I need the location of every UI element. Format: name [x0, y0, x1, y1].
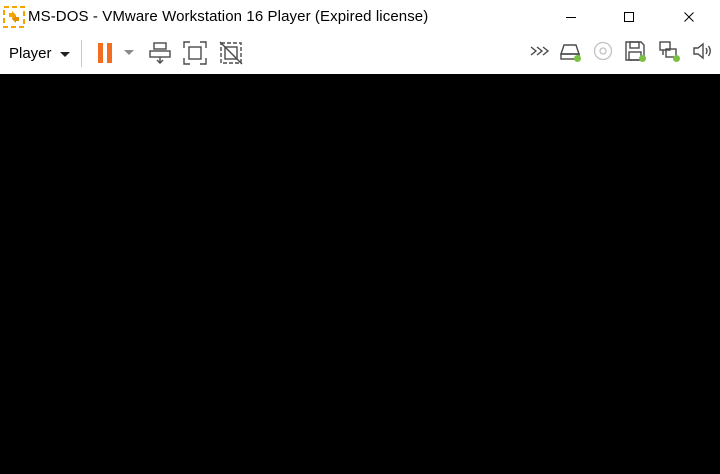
toolbar-separator [81, 40, 82, 67]
toolbar: Player [0, 33, 720, 74]
vm-display[interactable] [0, 74, 720, 474]
more-devices-button[interactable] [527, 40, 553, 66]
unity-icon [218, 40, 244, 66]
send-ctrl-alt-del-icon [148, 41, 172, 65]
more-devices-icon [529, 44, 551, 63]
power-options-dropdown-icon[interactable] [124, 50, 134, 55]
network-adapter-icon [657, 39, 681, 68]
chevron-down-icon [59, 51, 70, 57]
title-bar[interactable]: MS-DOS - VMware Workstation 16 Player (E… [0, 0, 720, 33]
floppy-device-button[interactable] [622, 40, 648, 66]
minimize-icon [565, 11, 577, 23]
hard-disk-device-button[interactable] [557, 40, 583, 66]
floppy-icon [623, 39, 647, 68]
maximize-button[interactable] [600, 0, 658, 33]
fullscreen-icon [182, 40, 208, 66]
pause-icon [95, 42, 115, 64]
cd-dvd-icon [592, 40, 614, 67]
sound-device-button[interactable] [689, 40, 715, 66]
window-title: MS-DOS - VMware Workstation 16 Player (E… [28, 8, 429, 25]
fullscreen-button[interactable] [180, 38, 210, 68]
pause-button[interactable] [90, 38, 120, 68]
unity-button[interactable] [216, 38, 246, 68]
send-ctrl-alt-del-button[interactable] [145, 38, 175, 68]
maximize-icon [623, 11, 635, 23]
player-menu-button[interactable]: Player [2, 37, 77, 69]
player-menu-label: Player [9, 44, 52, 62]
vmware-logo-icon [3, 6, 25, 28]
hard-disk-icon [558, 39, 582, 68]
network-adapter-device-button[interactable] [656, 40, 682, 66]
cd-dvd-device-button[interactable] [590, 40, 616, 66]
sound-icon [691, 40, 713, 67]
minimize-button[interactable] [542, 0, 600, 33]
close-icon [683, 11, 695, 23]
close-button[interactable] [660, 0, 718, 33]
